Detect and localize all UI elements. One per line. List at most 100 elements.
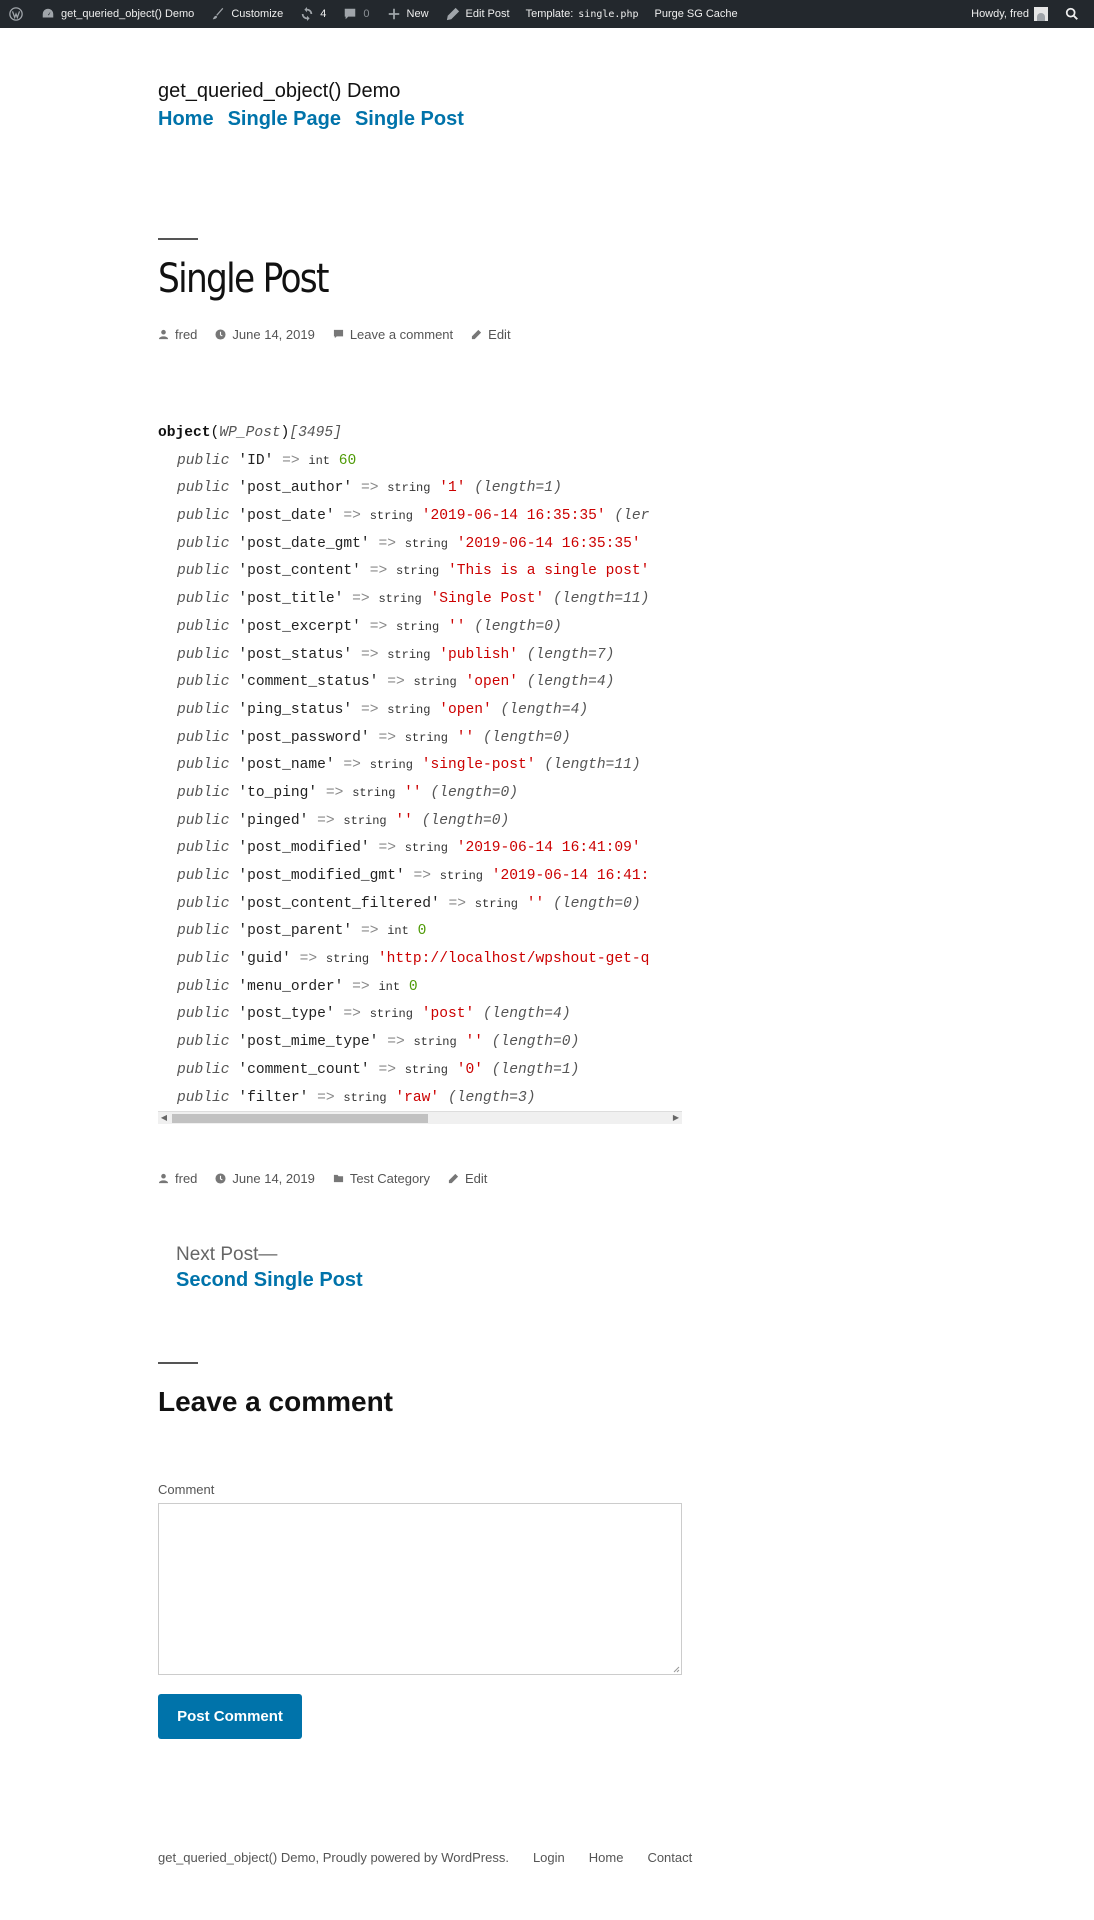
author-link[interactable]: fred [175, 327, 197, 342]
dump-type: string [325, 952, 370, 967]
post-meta-top: fred June 14, 2019 Leave a comment Edit [158, 327, 511, 342]
edit-link[interactable]: Edit [465, 1171, 487, 1186]
footer-link-home[interactable]: Home [589, 1850, 624, 1865]
dump-type: string [387, 481, 431, 496]
pencil-icon [472, 329, 482, 340]
header-divider [158, 238, 198, 240]
dump-value: '1' [439, 480, 466, 497]
dump-type: string [378, 592, 422, 607]
comment-field-label: Comment [158, 1482, 215, 1497]
scrollbar-thumb[interactable] [172, 1114, 428, 1123]
footer-link-login[interactable]: Login [533, 1850, 565, 1865]
dump-arrow: => [413, 868, 431, 884]
dump-visibility: public [177, 729, 230, 746]
dump-length: (length=1) [491, 1061, 580, 1078]
dump-line: public 'post_modified' => string '2019-0… [158, 835, 682, 863]
dump-arrow: => [282, 452, 300, 469]
scroll-left-icon[interactable]: ◀ [158, 1112, 170, 1124]
footer-link-contact[interactable]: Contact [647, 1850, 692, 1865]
dump-line: public 'post_type' => string 'post' (len… [158, 1001, 682, 1029]
category-link[interactable]: Test Category [350, 1171, 430, 1186]
dump-type: string [343, 1090, 387, 1105]
dump-key: 'post_type' [238, 1006, 335, 1023]
comments-link[interactable]: 0 [334, 0, 377, 28]
site-name-menu[interactable]: get_queried_object() Demo [32, 0, 202, 28]
template-info[interactable]: Template: single.php [518, 0, 647, 28]
admin-bar: get_queried_object() Demo Customize 4 0 … [0, 0, 1094, 28]
my-account-menu[interactable]: Howdy, fred [963, 0, 1056, 28]
dump-type: string [395, 619, 440, 634]
purge-cache-link[interactable]: Purge SG Cache [647, 0, 746, 28]
dump-length: (length=0) [421, 812, 510, 829]
dump-key: 'post_content' [238, 563, 361, 580]
edit-post-label: Edit Post [465, 8, 510, 20]
clock-icon [215, 1173, 226, 1184]
dump-key: 'post_author' [238, 480, 353, 497]
dump-type: string [413, 1035, 457, 1050]
dump-value: 'post' [421, 1006, 475, 1023]
menu-item-single-post[interactable]: Single Post [355, 108, 464, 131]
updates-link[interactable]: 4 [291, 0, 334, 28]
next-post-link[interactable]: Second Single Post [176, 1269, 363, 1292]
dump-line: public 'post_password' => string '' (len… [158, 725, 682, 753]
dump-value: '' [526, 895, 545, 912]
dump-type: string [352, 785, 396, 800]
customize-link[interactable]: Customize [202, 0, 291, 28]
dump-visibility: public [177, 978, 230, 995]
menu-item-home[interactable]: Home [158, 108, 214, 131]
resize-grip-icon[interactable] [672, 1665, 680, 1673]
site-title[interactable]: get_queried_object() Demo [158, 80, 400, 103]
dump-length: (length=3) [447, 1089, 536, 1106]
dump-visibility: public [177, 784, 230, 801]
date-link[interactable]: June 14, 2019 [232, 1171, 314, 1186]
dump-visibility: public [177, 480, 230, 497]
dump-line: public 'ID' => int 60 [158, 448, 682, 476]
dump-line: public 'post_parent' => int 0 [158, 918, 682, 946]
search-toggle[interactable] [1056, 0, 1088, 28]
scroll-right-icon[interactable]: ▶ [670, 1112, 682, 1124]
user-icon [158, 329, 169, 340]
dump-arrow: => [317, 812, 335, 829]
new-content-menu[interactable]: New [378, 0, 437, 28]
dump-length: (length=4) [500, 701, 589, 718]
dump-type: int [387, 924, 409, 939]
dump-visibility: public [177, 452, 230, 469]
dump-horizontal-scrollbar[interactable]: ◀ ▶ [158, 1111, 682, 1124]
dump-key: 'post_parent' [238, 923, 353, 940]
dump-arrow: => [369, 618, 388, 635]
dump-value: 'Single Post' [430, 591, 545, 608]
dump-key: 'post_mime_type' [238, 1034, 379, 1051]
object-dump: object(WP_Post)[3495] public 'ID' => int… [158, 420, 682, 1123]
dump-visibility: public [177, 812, 230, 829]
author-link[interactable]: fred [175, 1171, 197, 1186]
post-comment-button[interactable]: Post Comment [158, 1694, 302, 1739]
dump-length: (length=1) [474, 480, 562, 497]
dump-visibility: public [177, 618, 230, 635]
dump-value: '' [404, 784, 422, 801]
pencil-icon [448, 1173, 459, 1184]
edit-link[interactable]: Edit [488, 327, 510, 342]
dump-visibility: public [177, 701, 230, 718]
template-file: single.php [578, 8, 639, 20]
dump-length: (length=0) [483, 729, 571, 746]
dump-visibility: public [177, 895, 230, 912]
site-footer: get_queried_object() Demo, Proudly power… [158, 1850, 692, 1865]
dump-key: 'menu_order' [238, 978, 344, 995]
dump-line: public 'filter' => string 'raw' (length=… [158, 1085, 682, 1113]
dump-arrow: => [360, 480, 379, 497]
leave-comment-link[interactable]: Leave a comment [350, 327, 453, 342]
dump-arrow: => [448, 895, 467, 912]
menu-item-single-page[interactable]: Single Page [228, 108, 341, 131]
dump-length: (length=11) [553, 591, 650, 608]
date-link[interactable]: June 14, 2019 [232, 327, 314, 342]
comment-textarea[interactable] [158, 1503, 682, 1675]
dump-line: public 'post_date_gmt' => string '2019-0… [158, 531, 682, 559]
edit-post-link[interactable]: Edit Post [437, 0, 518, 28]
post-author: fred [158, 327, 197, 342]
wordpress-logo-menu[interactable] [0, 0, 32, 28]
comment-bubble-icon [342, 6, 358, 22]
dump-type: int [378, 979, 401, 994]
dump-arrow: => [343, 757, 361, 774]
plus-icon [386, 6, 402, 22]
purge-label: Purge SG Cache [654, 8, 738, 20]
